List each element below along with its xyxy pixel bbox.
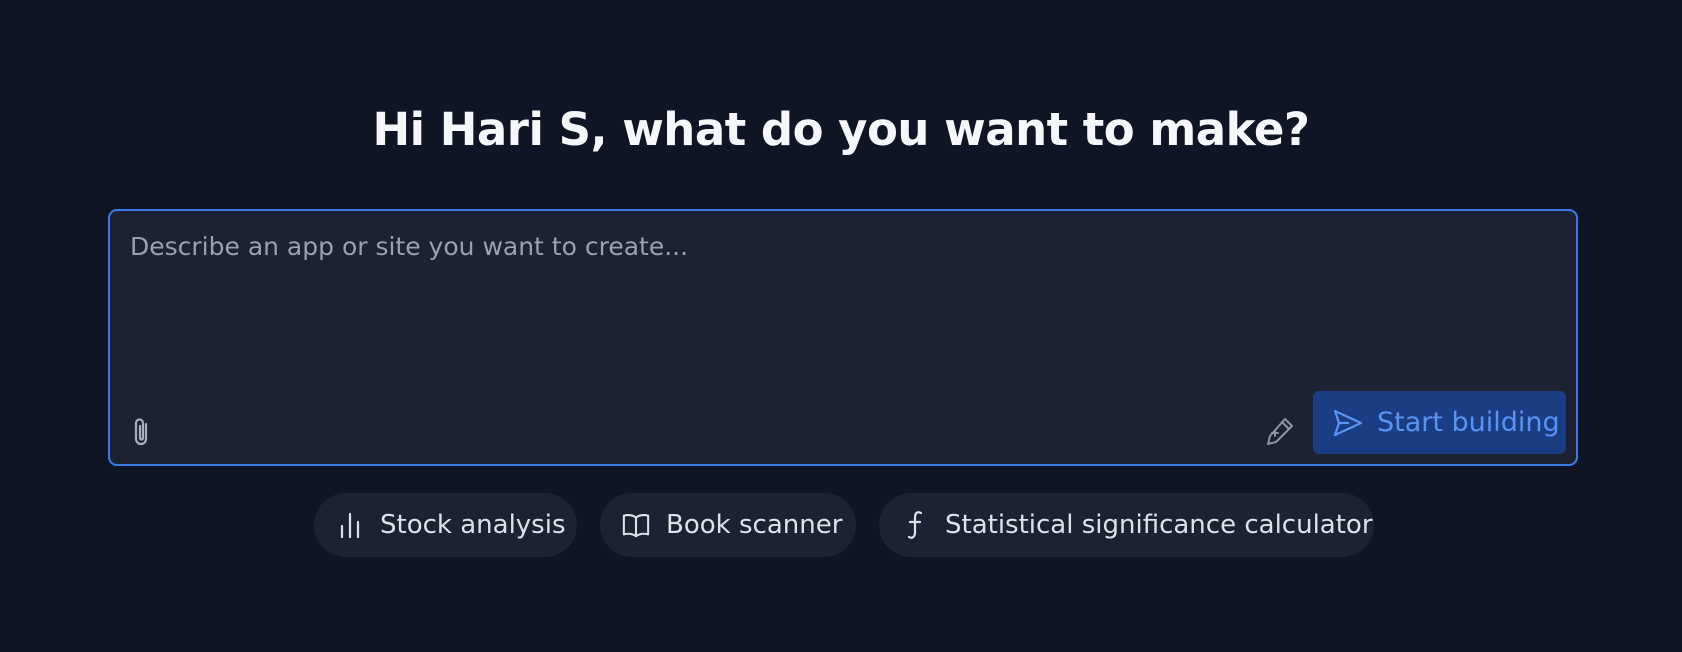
page-title: Hi Hari S, what do you want to make? [372,103,1310,156]
send-icon [1333,409,1363,436]
chip-label: Book scanner [666,510,843,540]
bar-chart-icon [336,510,364,540]
pen-sparkle-icon [1267,418,1293,445]
suggestion-chip-stock-analysis[interactable]: Stock analysis [314,493,577,557]
function-icon [901,510,929,540]
enhance-prompt-button[interactable] [1256,409,1304,455]
prompt-container: Start building [108,209,1578,466]
start-building-button[interactable]: Start building [1313,391,1566,454]
chip-label: Stock analysis [380,510,566,540]
paperclip-icon [134,418,148,446]
prompt-input[interactable] [130,229,1550,369]
chip-label: Statistical significance calculator [945,510,1373,540]
open-book-icon [622,510,650,540]
suggestion-chip-book-scanner[interactable]: Book scanner [600,493,856,557]
attach-button[interactable] [128,414,156,450]
suggestion-chip-statistical-significance-calculator[interactable]: Statistical significance calculator [879,493,1374,557]
start-building-label: Start building [1377,407,1560,438]
suggestion-chips: Stock analysis Book scanner Statistical … [0,493,1682,557]
